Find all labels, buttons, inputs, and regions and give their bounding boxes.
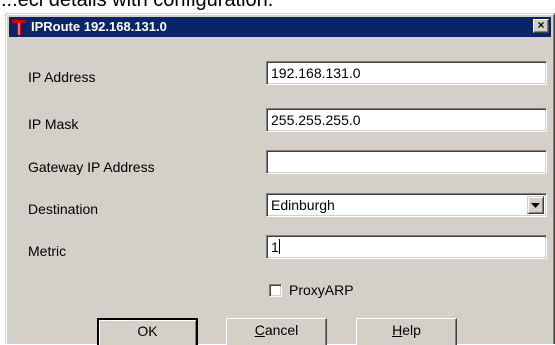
gateway-input[interactable] xyxy=(266,150,547,174)
destination-dropdown-button[interactable] xyxy=(527,196,544,214)
proxyarp-label[interactable]: ProxyARP xyxy=(289,281,354,299)
help-button[interactable]: Help xyxy=(356,318,457,345)
destination-select[interactable]: Edinburgh xyxy=(266,193,547,217)
chevron-down-icon xyxy=(531,203,540,208)
ip-mask-value: 255.255.255.0 xyxy=(271,112,361,128)
ok-button[interactable]: OK xyxy=(97,318,198,345)
window-title: IPRoute 192.168.131.0 xyxy=(31,19,167,34)
destination-value: Edinburgh xyxy=(271,197,335,213)
ok-button-label: OK xyxy=(137,323,158,339)
gateway-label: Gateway IP Address xyxy=(28,159,155,175)
ip-mask-label: IP Mask xyxy=(28,116,79,132)
destination-label: Destination xyxy=(28,201,99,217)
metric-input[interactable]: 1 xyxy=(266,235,547,259)
title-bar[interactable]: IPRoute 192.168.131.0 × xyxy=(9,17,551,37)
text-caret xyxy=(278,239,280,254)
help-button-label: Help xyxy=(392,322,421,338)
app-icon xyxy=(12,19,26,35)
proxyarp-checkbox[interactable] xyxy=(269,284,282,297)
metric-value: 1 xyxy=(271,239,279,255)
iproute-dialog: IPRoute 192.168.131.0 × IP Address 192.1… xyxy=(5,13,555,345)
cancel-button[interactable]: Cancel xyxy=(226,318,327,345)
metric-label: Metric xyxy=(28,243,67,259)
ip-mask-input[interactable]: 255.255.255.0 xyxy=(266,108,547,132)
cancel-button-label: Cancel xyxy=(254,322,299,338)
close-button[interactable]: × xyxy=(533,19,549,33)
metric-value-wrap: 1 xyxy=(271,238,280,256)
ip-address-label: IP Address xyxy=(28,69,96,85)
ip-address-input[interactable]: 192.168.131.0 xyxy=(266,61,547,85)
ip-address-value: 192.168.131.0 xyxy=(271,65,361,81)
close-icon: × xyxy=(537,18,545,32)
background-document-text: ...ecl details with configuration. xyxy=(1,0,274,11)
